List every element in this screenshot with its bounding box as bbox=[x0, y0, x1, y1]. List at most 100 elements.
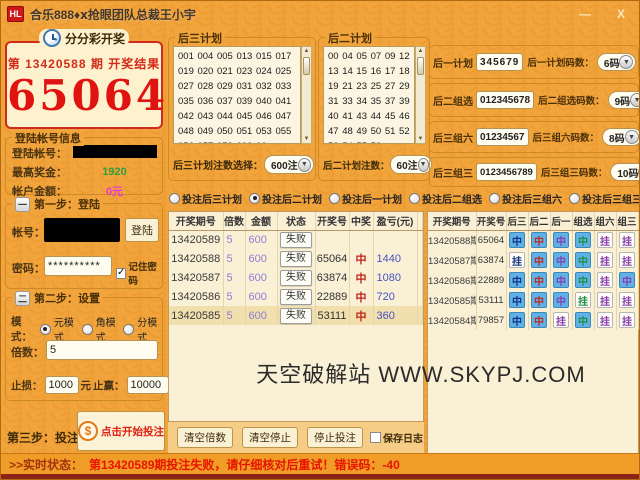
dropdown-arrow-icon[interactable]: ▼ bbox=[619, 55, 633, 69]
flag-badge: 挂 bbox=[597, 232, 613, 248]
flag-badge: 中 bbox=[531, 312, 547, 328]
account-info-title: 登陆帐号信息 bbox=[12, 130, 84, 146]
col-zuliu: 组六 bbox=[594, 212, 616, 230]
clear-multiplier-button[interactable]: 清空倍数 bbox=[177, 427, 233, 448]
multiplier-input[interactable]: 5 bbox=[46, 340, 158, 360]
minimize-button[interactable]: — bbox=[579, 6, 591, 22]
dropdown-arrow-icon[interactable]: ▼ bbox=[630, 93, 640, 107]
password-input[interactable]: ********** bbox=[44, 256, 112, 276]
plan3-scrollbar[interactable]: ▲ ▼ bbox=[301, 46, 312, 144]
title-bar: HL 合乐888♦ⅹ抢眼团队总裁王小宇 — X bbox=[1, 1, 639, 27]
app-window: HL 合乐888♦ⅹ抢眼团队总裁王小宇 — X 分分彩开奖 第 13420588… bbox=[0, 0, 640, 480]
app-logo-icon: HL bbox=[7, 6, 24, 22]
plan2-count-dropdown[interactable]: 60注 ▼ bbox=[390, 155, 432, 174]
status-badge: 失败 bbox=[280, 232, 312, 248]
account-label: 登陆帐号： bbox=[12, 145, 67, 161]
hou-yi-input[interactable]: 345679 bbox=[476, 53, 523, 71]
hou-san-zusan-count-dropdown[interactable]: 10码 ▼ bbox=[610, 163, 640, 181]
result-row[interactable]: 13420584期79857 中 中 挂 中 挂 挂 bbox=[428, 310, 638, 330]
radio-icon[interactable] bbox=[169, 193, 180, 204]
stoploss-unit: 元 bbox=[81, 378, 92, 393]
flag-badge: 中 bbox=[619, 272, 635, 288]
save-log-label: 保存日志 bbox=[383, 430, 423, 445]
plan3-count-dropdown[interactable]: 600注 ▼ bbox=[264, 155, 314, 174]
flag-badge: 中 bbox=[575, 272, 591, 288]
radio-icon[interactable] bbox=[569, 193, 580, 204]
watermark-text: 天空破解站 WWW.SKYPJ.COM bbox=[201, 357, 640, 389]
mode-jiao-radio[interactable] bbox=[82, 324, 93, 335]
hou-yi-count-dropdown[interactable]: 6码 ▼ bbox=[597, 53, 637, 71]
stop-betting-button[interactable]: 停止投注 bbox=[307, 427, 363, 448]
hou-er-zuxuan-count-value: 9码 bbox=[615, 93, 631, 108]
flag-badge: 中 bbox=[531, 272, 547, 288]
dropdown-arrow-icon[interactable]: ▼ bbox=[418, 158, 429, 172]
bet-option-hou-er-plan[interactable]: 投注后二计划 bbox=[249, 191, 322, 206]
stopwin-label: 止赢： bbox=[93, 378, 125, 393]
hou-er-zuxuan-count-dropdown[interactable]: 9码 ▼ bbox=[608, 91, 640, 109]
account-number-redacted bbox=[73, 145, 157, 158]
flag-badge: 挂 bbox=[619, 292, 635, 308]
result-row[interactable]: 13420586期22889 中 中 中 中 挂 中 bbox=[428, 270, 638, 290]
clear-stop-button[interactable]: 清空停止 bbox=[242, 427, 298, 448]
bet-option-label: 投注后二组选 bbox=[422, 191, 482, 206]
stopwin-input[interactable]: 10000 bbox=[127, 376, 169, 394]
result-row[interactable]: 13420585期53111 中 中 中 挂 挂 挂 bbox=[428, 290, 638, 310]
coin-icon: $ bbox=[78, 421, 98, 441]
start-betting-button[interactable]: $ 点击开始投注 bbox=[77, 411, 165, 451]
status-badge: 失败 bbox=[280, 270, 312, 286]
bet-option-hou-san-zuliu[interactable]: 投注后三组六 bbox=[489, 191, 562, 206]
radio-icon[interactable] bbox=[409, 193, 420, 204]
radio-icon[interactable] bbox=[249, 193, 260, 204]
scroll-down-icon[interactable]: ▼ bbox=[418, 135, 424, 143]
scroll-down-icon[interactable]: ▼ bbox=[304, 135, 310, 143]
bet-option-hou-er-zuxuan[interactable]: 投注后二组选 bbox=[409, 191, 482, 206]
save-log-checkbox[interactable]: 保存日志 bbox=[370, 430, 423, 445]
plan2-numbers[interactable]: 00 04 05 07 09 12 13 14 15 16 17 18 19 2… bbox=[323, 46, 415, 144]
draw-number: 65064 bbox=[7, 74, 161, 118]
radio-icon[interactable] bbox=[489, 193, 500, 204]
stoploss-input[interactable]: 1000 bbox=[45, 376, 79, 394]
scroll-up-icon[interactable]: ▲ bbox=[418, 47, 424, 55]
flag-badge: 挂 bbox=[619, 252, 635, 268]
scroll-up-icon[interactable]: ▲ bbox=[304, 47, 310, 55]
result-row[interactable]: 13420587期63874 挂 中 中 中 挂 挂 bbox=[428, 250, 638, 270]
dropdown-arrow-icon[interactable]: ▼ bbox=[625, 130, 639, 144]
close-button[interactable]: X bbox=[617, 6, 625, 22]
login-button[interactable]: 登陆 bbox=[125, 218, 159, 242]
mode-yuan-radio[interactable] bbox=[40, 324, 51, 335]
hou-san-zuliu-count-dropdown[interactable]: 8码 ▼ bbox=[602, 128, 640, 146]
bet-option-hou-san-zusan[interactable]: 投注后三组三 bbox=[569, 191, 640, 206]
status-badge: 失败 bbox=[280, 289, 312, 305]
flag-badge: 挂 bbox=[619, 232, 635, 248]
start-betting-label: 点击开始投注 bbox=[101, 424, 164, 439]
result-row[interactable]: 13420588期65064 中 中 中 中 挂 挂 bbox=[428, 230, 638, 250]
plan3-numbers[interactable]: 001 004 005 013 015 017 019 020 021 023 … bbox=[173, 46, 301, 144]
hou-san-zuliu-input[interactable]: 01234567 bbox=[476, 128, 529, 146]
scroll-thumb[interactable] bbox=[303, 57, 310, 75]
order-row-selected[interactable]: 134205855600 失败 53111中360 bbox=[169, 306, 423, 325]
bet-option-hou-san-plan[interactable]: 投注后三计划 bbox=[169, 191, 242, 206]
order-row[interactable]: 134205865600 失败 22889中720 bbox=[169, 287, 423, 306]
mode-fen-radio[interactable] bbox=[123, 324, 134, 335]
bet-option-hou-yi-plan[interactable]: 投注后一计划 bbox=[329, 191, 402, 206]
col-number: 开奖号 bbox=[476, 212, 506, 230]
order-row[interactable]: 134205885600 失败 65064中1440 bbox=[169, 249, 423, 268]
plan2-scrollbar[interactable]: ▲ ▼ bbox=[415, 46, 426, 144]
max-bonus-value: 1920 bbox=[67, 166, 162, 178]
status-prefix: >>实时状态： bbox=[9, 456, 83, 473]
col-multiplier: 倍数 bbox=[223, 212, 245, 230]
stoploss-label: 止损： bbox=[11, 378, 43, 393]
hou-er-zuxuan-count-label: 后二组选码数： bbox=[538, 93, 605, 107]
remember-password-checkbox[interactable]: ✓ 记住密码 bbox=[116, 259, 162, 287]
window-title: 合乐888♦ⅹ抢眼团队总裁王小宇 bbox=[30, 6, 196, 23]
hou-san-zuliu-count-label: 后三组六码数： bbox=[533, 130, 600, 144]
order-row[interactable]: 134205895600 失败 bbox=[169, 230, 423, 249]
scroll-thumb[interactable] bbox=[417, 57, 424, 75]
col-zuxuan: 组选 bbox=[572, 212, 594, 230]
order-row[interactable]: 134205875600 失败 63874中1080 bbox=[169, 268, 423, 287]
hou-er-zuxuan-input[interactable]: 012345678 bbox=[476, 91, 534, 109]
username-input[interactable] bbox=[44, 218, 120, 242]
dropdown-arrow-icon[interactable]: ▼ bbox=[298, 158, 311, 172]
hou-san-zusan-input[interactable]: 0123456789 bbox=[476, 163, 537, 181]
radio-icon[interactable] bbox=[329, 193, 340, 204]
